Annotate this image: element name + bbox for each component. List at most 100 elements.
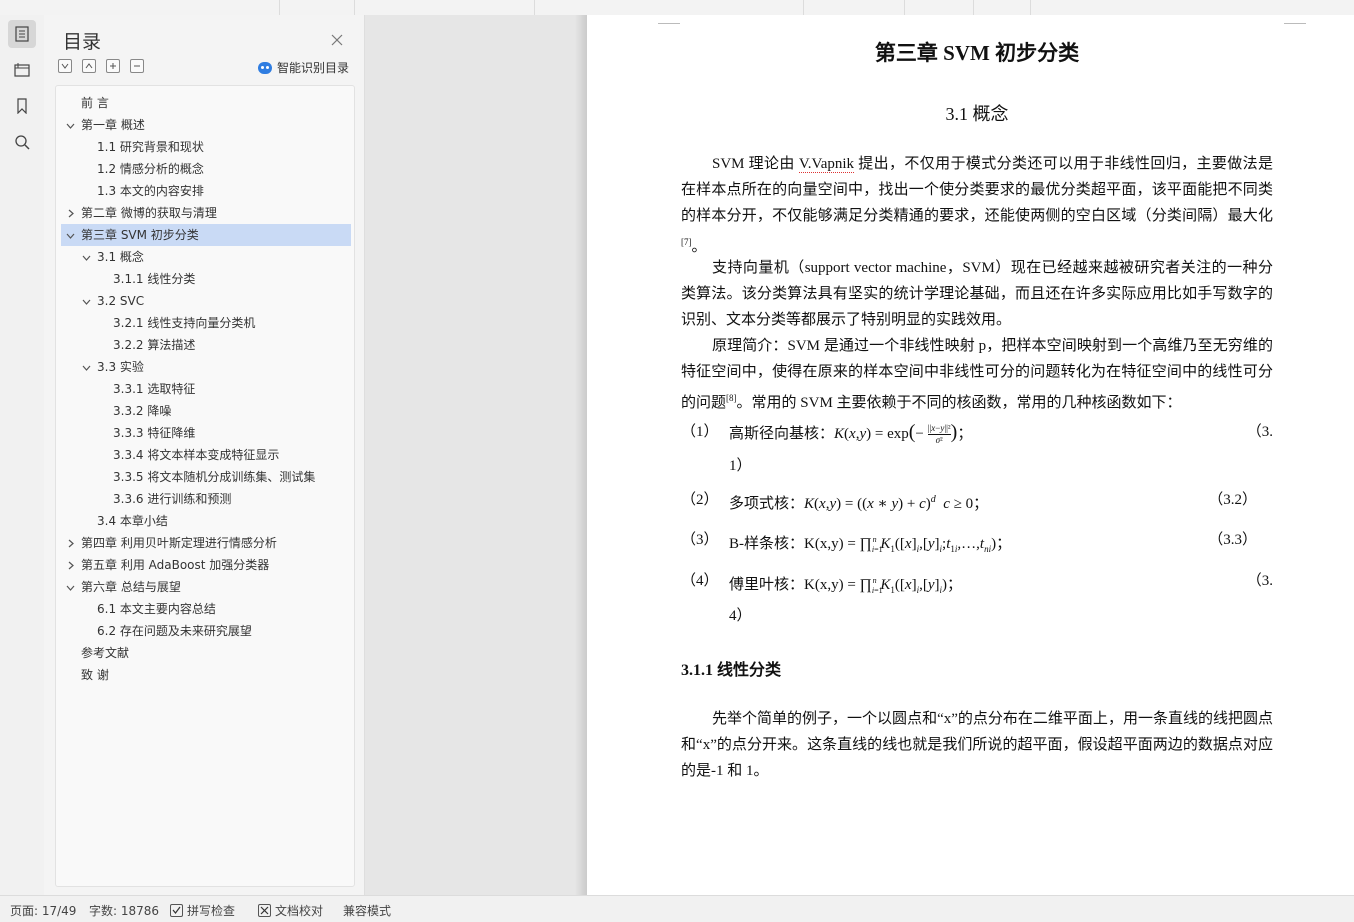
toc-item[interactable]: 3.2.2 算法描述 xyxy=(56,334,354,356)
doc-proof-label: 文档校对 xyxy=(275,904,324,918)
toc-item-label: 参考文献 xyxy=(81,646,130,660)
toc-item[interactable]: 3.3.1 选取特征 xyxy=(56,378,354,400)
equation-tag: （3. xyxy=(1246,573,1273,589)
toc-item[interactable]: 第一章 概述 xyxy=(56,114,354,136)
toc-item-label: 前 言 xyxy=(81,96,109,110)
toc-item-label: 3.3 实验 xyxy=(97,360,144,374)
ruler-segment xyxy=(974,0,1031,15)
toc-item-label: 第二章 微博的获取与清理 xyxy=(81,206,217,220)
sidebar-rail xyxy=(0,15,45,895)
ruler-segment xyxy=(280,0,355,15)
doc-proof-button[interactable]: 文档校对 xyxy=(258,902,323,919)
equation-body: 傅里叶核：K(x,y) = ∏i=1n K1([x]i,[y]i)； xyxy=(729,576,963,595)
section-title: 3.1 概念 xyxy=(945,104,1009,124)
toc-item-label: 第六章 总结与展望 xyxy=(81,580,181,594)
page-count[interactable]: 页面: 17/49 xyxy=(10,902,76,919)
toc-item[interactable]: 3.2.1 线性支持向量分类机 xyxy=(56,312,354,334)
chevron-down-icon[interactable] xyxy=(82,253,91,262)
toc-item[interactable]: 第六章 总结与展望 xyxy=(56,576,354,598)
chevron-right-icon[interactable] xyxy=(66,209,75,218)
close-icon[interactable] xyxy=(331,31,347,47)
chevron-right-icon[interactable] xyxy=(66,561,75,570)
chevron-down-icon[interactable] xyxy=(82,297,91,306)
toc-item-label: 3.2.1 线性支持向量分类机 xyxy=(113,316,256,330)
toc-item-label: 3.1 概念 xyxy=(97,250,144,264)
toc-item[interactable]: 第五章 利用 AdaBoost 加强分类器 xyxy=(56,554,354,576)
chevron-right-icon[interactable] xyxy=(66,539,75,548)
toc-item[interactable]: 3.1 概念 xyxy=(56,246,354,268)
equation-number: （4） xyxy=(681,573,719,589)
toc-panel: 目录 智能识别目录 前 言第一章 概述 1.1 研究背景和现状 1.2 情感分析的概… xyxy=(44,15,365,895)
bookmark-icon[interactable] xyxy=(8,92,36,120)
doc-proof-icon xyxy=(258,904,271,917)
toc-item[interactable]: 前 言 xyxy=(56,92,354,114)
equation-body: 高斯径向基核：K(x,y) = exp(− ||x−y||² σ²)； xyxy=(729,421,973,446)
text-run: 。 xyxy=(691,239,707,255)
search-icon[interactable] xyxy=(8,128,36,156)
compat-mode[interactable]: 兼容模式 xyxy=(343,902,391,919)
remove-heading-icon[interactable] xyxy=(130,59,144,73)
equation-number: （2） xyxy=(681,492,719,508)
toc-item[interactable]: 3.3 实验 xyxy=(56,356,354,378)
toc-item[interactable]: 3.3.5 将文本随机分成训练集、测试集 xyxy=(56,466,354,488)
citation-ref: [7] xyxy=(681,237,692,247)
toc-item[interactable]: 3.2 SVC xyxy=(56,290,354,312)
text-run: 。常用的 SVM 主要依赖于不同的核函数，常用的几种核函数如下： xyxy=(736,395,1182,411)
toc-item[interactable]: 3.1.1 线性分类 xyxy=(56,268,354,290)
toc-item[interactable]: 1.3 本文的内容安排 xyxy=(56,180,354,202)
toc-item-label: 第四章 利用贝叶斯定理进行情感分析 xyxy=(81,536,277,550)
chevron-down-icon[interactable] xyxy=(66,121,75,130)
spell-flagged-word[interactable]: V.Vapnik xyxy=(798,156,855,173)
equation-number: （3） xyxy=(681,532,719,548)
ruler-segment xyxy=(535,0,804,15)
paragraph-1: SVM 理论由 V.Vapnik 提出，不仅用于模式分类还可以用于非线性回归，主… xyxy=(681,151,1273,260)
paragraph-2: 支持向量机（support vector machine，SVM）现在已经越来越… xyxy=(681,260,1273,328)
text-run: SVM 理论由 xyxy=(712,156,799,172)
toc-item[interactable]: 6.2 存在问题及未来研究展望 xyxy=(56,620,354,642)
chevron-down-icon[interactable] xyxy=(66,231,75,240)
navigation-icon[interactable] xyxy=(8,56,36,84)
toc-item[interactable]: 3.3.3 特征降维 xyxy=(56,422,354,444)
equation-label: 多项式核： xyxy=(729,496,805,512)
outline-icon[interactable] xyxy=(8,20,36,48)
toc-item[interactable]: 1.1 研究背景和现状 xyxy=(56,136,354,158)
toc-item[interactable]: 第四章 利用贝叶斯定理进行情感分析 xyxy=(56,532,354,554)
equation-body: B-样条核：K(x,y) = ∏i=1n K1([x]i,[y]i;t1i,…,… xyxy=(729,535,1012,554)
toc-item-label: 1.3 本文的内容安排 xyxy=(97,184,204,198)
toc-item[interactable]: 第二章 微博的获取与清理 xyxy=(56,202,354,224)
equation-3: （3） B-样条核：K(x,y) = ∏i=1n K1([x]i,[y]i;t1… xyxy=(681,528,1273,554)
spell-check-button[interactable]: 拼写检查 xyxy=(170,902,235,919)
equation-tag: （3.2） xyxy=(1208,492,1257,508)
equation-tag: （3. xyxy=(1246,424,1273,440)
collapse-all-icon[interactable] xyxy=(58,59,72,73)
chevron-down-icon[interactable] xyxy=(66,583,75,592)
ruler-segment xyxy=(804,0,905,15)
equation-1: （1） 高斯径向基核：K(x,y) = exp(− ||x−y||² σ²)； （… xyxy=(681,420,1273,480)
toc-item[interactable]: 致 谢 xyxy=(56,664,354,686)
toc-item[interactable]: 3.3.2 降噪 xyxy=(56,400,354,422)
toc-item[interactable]: 3.3.6 进行训练和预测 xyxy=(56,488,354,510)
toc-item[interactable]: 参考文献 xyxy=(56,642,354,664)
toc-item-label: 第五章 利用 AdaBoost 加强分类器 xyxy=(81,558,270,572)
chevron-down-icon[interactable] xyxy=(82,363,91,372)
add-heading-icon[interactable] xyxy=(106,59,120,73)
smart-toc-button[interactable]: 智能识别目录 xyxy=(258,59,349,76)
spell-check-icon xyxy=(170,904,183,917)
toc-list-box: 前 言第一章 概述 1.1 研究背景和现状 1.2 情感分析的概念 1.3 本文的内容… xyxy=(55,85,355,887)
toc-toolbar xyxy=(58,59,144,73)
toc-item[interactable]: 3.4 本章小结 xyxy=(56,510,354,532)
equation-tag: （3.3） xyxy=(1208,532,1257,548)
document-page[interactable]: 第三章 SVM 初步分类 3.1 概念 SVM 理论由 V.Vapnik 提出，… xyxy=(587,15,1354,895)
toc-item[interactable]: 3.3.4 将文本样本变成特征显示 xyxy=(56,444,354,466)
toc-item[interactable]: 1.2 情感分析的概念 xyxy=(56,158,354,180)
toc-title: 目录 xyxy=(63,31,102,53)
word-count[interactable]: 字数: 18786 xyxy=(89,902,159,919)
ruler-segment xyxy=(0,0,280,15)
toc-item-label: 3.1.1 线性分类 xyxy=(113,272,196,286)
equation-2: （2） 多项式核：K(x,y) = ((x ∗ y) + c)d c ≥ 0； … xyxy=(681,488,1273,514)
expand-up-icon[interactable] xyxy=(82,59,96,73)
toc-item[interactable]: 第三章 SVM 初步分类 xyxy=(61,224,351,246)
toc-list: 前 言第一章 概述 1.1 研究背景和现状 1.2 情感分析的概念 1.3 本文的内容… xyxy=(56,92,354,686)
toc-item[interactable]: 6.1 本文主要内容总结 xyxy=(56,598,354,620)
toc-item-label: 1.2 情感分析的概念 xyxy=(97,162,204,176)
